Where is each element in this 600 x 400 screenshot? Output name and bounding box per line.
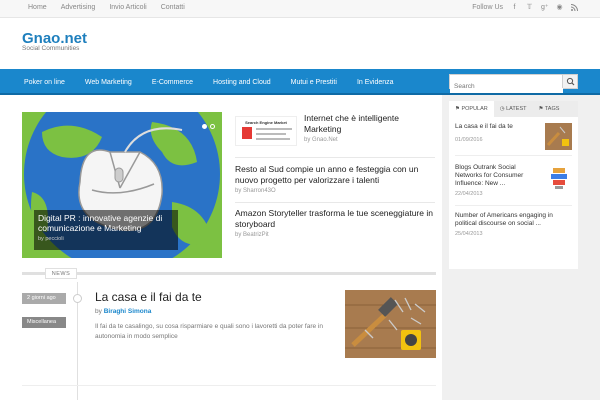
widget-item-date: 25/04/2013 xyxy=(455,231,483,237)
follow-us: Follow Us f 𝕋 g⁺ ◉ xyxy=(472,4,578,12)
timeline-marker xyxy=(73,294,82,303)
hero-title[interactable]: Digital PR : innovative agenzie di comun… xyxy=(38,213,174,233)
site-header: Gnao.net Social Communities xyxy=(0,18,600,69)
top-nav: Home Advertising Invio Articoli Contatti xyxy=(28,4,185,11)
search-box xyxy=(449,74,578,93)
side-article[interactable]: Internet che è intelligente Marketing by… xyxy=(304,113,436,143)
slider-dot[interactable] xyxy=(202,124,207,129)
widget-item[interactable]: Number of Americans engaging in politica… xyxy=(455,212,575,237)
divider xyxy=(455,205,572,206)
side-article-author: by BeatrizPit xyxy=(235,232,269,238)
post-title[interactable]: La casa e il fai da te xyxy=(95,290,202,304)
side-article[interactable]: Resto al Sud compie un anno e festeggia … xyxy=(235,164,435,194)
post-author[interactable]: Biraghi Simona xyxy=(104,308,152,315)
google-plus-icon[interactable]: g⁺ xyxy=(541,4,549,11)
divider xyxy=(235,157,435,158)
divider xyxy=(22,385,436,386)
widget-item-date: 01/09/2016 xyxy=(455,137,483,143)
slider-dot[interactable] xyxy=(210,124,215,129)
news-divider xyxy=(22,272,436,275)
side-article[interactable]: Amazon Storyteller trasforma le tue scen… xyxy=(235,208,435,238)
widget-item[interactable]: La casa e il fai da te 01/09/2016 xyxy=(455,123,540,143)
tab-tags[interactable]: ⚑ TAGS xyxy=(532,101,565,117)
widget-item-date: 22/04/2013 xyxy=(455,191,483,197)
widget-item-title[interactable]: Number of Americans engaging in politica… xyxy=(455,212,575,228)
top-nav-invio-articoli[interactable]: Invio Articoli xyxy=(109,4,146,11)
hero-caption[interactable]: Digital PR : innovative agenzie di comun… xyxy=(34,210,178,250)
category-tag[interactable]: Miscellanea xyxy=(22,317,66,328)
article-thumbnail[interactable]: Search Engine Market xyxy=(235,116,297,146)
side-article-title[interactable]: Resto al Sud compie un anno e festeggia … xyxy=(235,164,435,185)
widget-tabs: ⚑ POPULAR ◷ LATEST ⚑ TAGS xyxy=(449,101,578,117)
twitter-icon[interactable]: 𝕋 xyxy=(526,4,533,11)
top-nav-home[interactable]: Home xyxy=(28,4,47,11)
nav-item-web-marketing[interactable]: Web Marketing xyxy=(85,79,132,86)
tab-latest[interactable]: ◷ LATEST xyxy=(494,101,533,117)
nav-item-mutui-prestiti[interactable]: Mutui e Prestiti xyxy=(291,79,337,86)
facebook-icon[interactable]: f xyxy=(511,4,518,11)
post-byline: by Biraghi Simona xyxy=(95,308,151,315)
widget-item-title[interactable]: La casa e il fai da te xyxy=(455,123,540,131)
search-icon xyxy=(566,77,575,86)
search-button[interactable] xyxy=(562,75,577,88)
news-label: NEWS xyxy=(45,268,77,279)
slider-dots xyxy=(202,124,215,129)
thumbnail-text: Search Engine Market xyxy=(245,120,287,125)
nav-item-hosting-cloud[interactable]: Hosting and Cloud xyxy=(213,79,271,86)
divider xyxy=(235,202,435,203)
nav-item-e-commerce[interactable]: E-Commerce xyxy=(152,79,193,86)
top-nav-contatti[interactable]: Contatti xyxy=(161,4,185,11)
nav-item-poker[interactable]: Poker on line xyxy=(24,79,65,86)
post-by-prefix: by xyxy=(95,308,102,315)
main-nav: Poker on line Web Marketing E-Commerce H… xyxy=(0,69,600,95)
post-excerpt: Il fai da te casalingo, su cosa risparmi… xyxy=(95,323,323,340)
side-article-title[interactable]: Amazon Storyteller trasforma le tue scen… xyxy=(235,208,435,229)
widget-item-title[interactable]: Blogs Outrank Social Networks for Consum… xyxy=(455,164,540,188)
tab-latest-label: LATEST xyxy=(506,106,527,112)
follow-us-label: Follow Us xyxy=(472,4,503,11)
nav-item-in-evidenza[interactable]: In Evidenza xyxy=(357,79,394,86)
site-tagline: Social Communities xyxy=(22,45,80,52)
side-article-author: by Sharron43O xyxy=(235,188,276,194)
date-tag: 2 giorni ago xyxy=(22,293,66,304)
widget-item[interactable]: Blogs Outrank Social Networks for Consum… xyxy=(455,164,540,197)
divider xyxy=(455,155,572,156)
search-input[interactable] xyxy=(450,80,563,93)
top-nav-advertising[interactable]: Advertising xyxy=(61,4,96,11)
pinterest-icon[interactable]: ◉ xyxy=(556,4,563,11)
side-article-author: by Gnao.Net xyxy=(304,137,338,143)
rss-icon[interactable] xyxy=(570,4,578,12)
hero-author: by peccioli xyxy=(38,236,64,242)
popular-widget: ⚑ POPULAR ◷ LATEST ⚑ TAGS La casa e il f… xyxy=(449,101,578,269)
tab-popular-label: POPULAR xyxy=(461,106,488,112)
top-bar: Home Advertising Invio Articoli Contatti… xyxy=(0,0,600,18)
tab-popular[interactable]: ⚑ POPULAR xyxy=(449,101,494,117)
post-image[interactable] xyxy=(345,290,436,358)
tab-tags-label: TAGS xyxy=(544,106,560,112)
widget-item-thumbnail[interactable] xyxy=(545,164,572,191)
widget-item-thumbnail[interactable] xyxy=(545,123,572,150)
side-article-title[interactable]: Internet che è intelligente Marketing xyxy=(304,113,436,134)
